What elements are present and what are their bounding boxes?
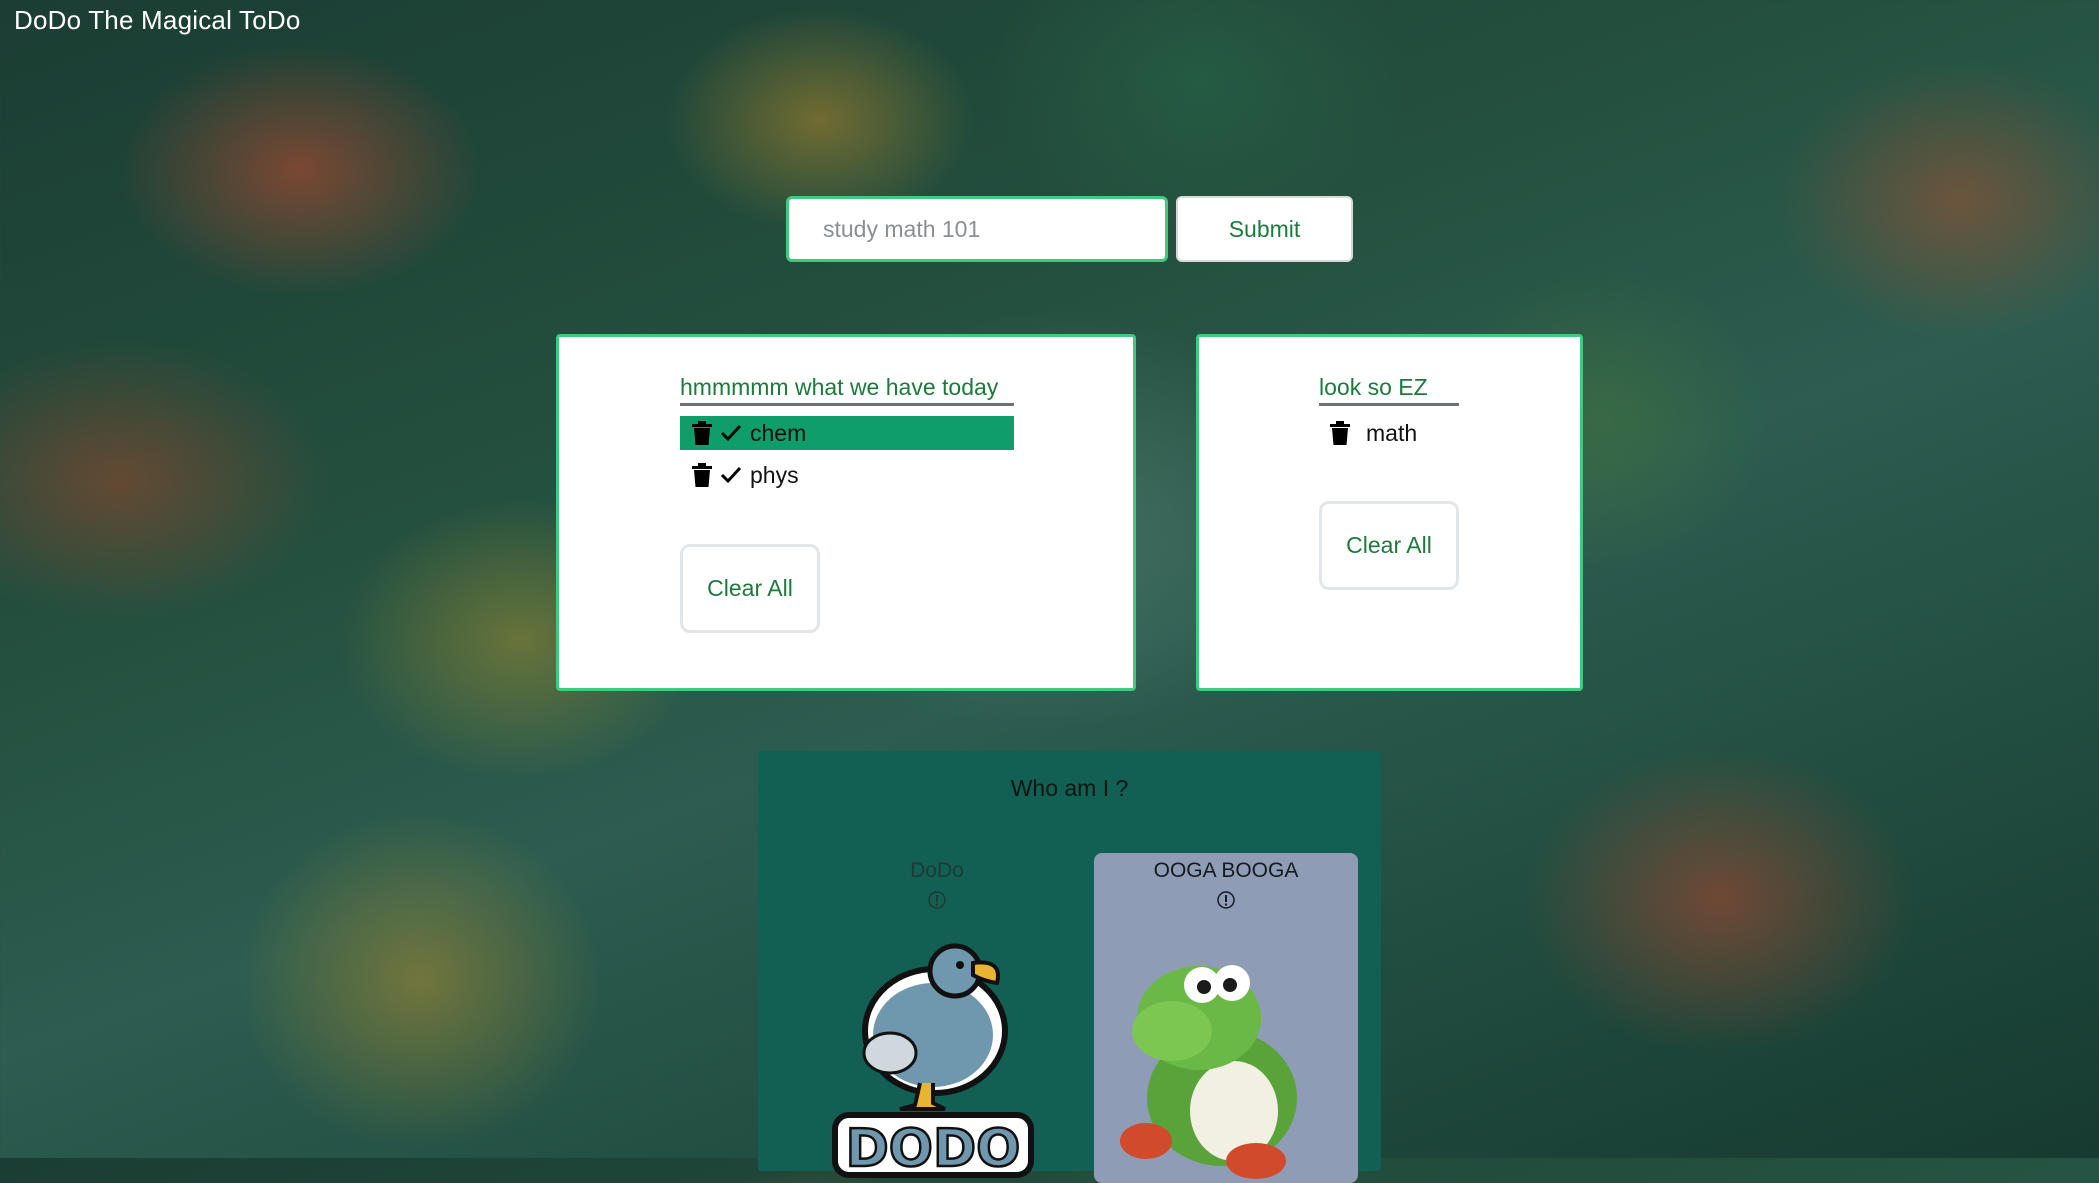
character-panel: Who am I ? DoDo DODO OOGA BOOGA [758,751,1381,1183]
todo-list-content: hmmmmm what we have today chem phys Clea… [680,373,1014,633]
dodo-logo-text: DODO [846,1119,1021,1179]
character-name: DoDo [910,859,964,882]
info-icon[interactable] [927,890,947,910]
app-title: DoDo The Magical ToDo [14,5,301,35]
done-list-content: look so EZ math Clear All [1319,373,1459,590]
character-name: OOGA BOOGA [1153,859,1299,882]
trash-icon[interactable] [689,460,715,490]
trash-icon[interactable] [1327,418,1353,448]
task-input[interactable] [786,196,1168,262]
character-card-dodo[interactable]: DoDo DODO [805,853,1069,1183]
task-form: Submit [786,196,1353,262]
todo-list: chem phys [680,416,1014,492]
info-icon[interactable] [1216,890,1236,910]
check-icon[interactable] [718,418,744,448]
list-heading: hmmmmm what we have today [680,373,1014,406]
dodo-character-image: DODO [832,943,1034,1180]
done-list: math [1319,416,1459,450]
character-panel-title: Who am I ? [1010,775,1129,801]
done-list-card: look so EZ math Clear All [1196,334,1583,691]
check-icon[interactable] [718,460,744,490]
todo-item[interactable]: phys [680,458,1014,492]
trash-icon[interactable] [689,418,715,448]
todo-text: phys [750,461,799,488]
todo-text: chem [750,419,807,446]
submit-button[interactable]: Submit [1176,196,1353,262]
todo-item[interactable]: math [1319,416,1459,450]
ooga-booga-character-image [1120,965,1297,1179]
clear-all-button[interactable]: Clear All [1319,501,1459,590]
clear-all-button[interactable]: Clear All [680,544,820,633]
list-heading: look so EZ [1319,373,1459,406]
todo-text: math [1366,419,1418,446]
character-card-ooga-booga[interactable]: OOGA BOOGA [1094,853,1358,1183]
todo-list-card: hmmmmm what we have today chem phys Clea… [556,334,1136,691]
todo-item[interactable]: chem [680,416,1014,450]
